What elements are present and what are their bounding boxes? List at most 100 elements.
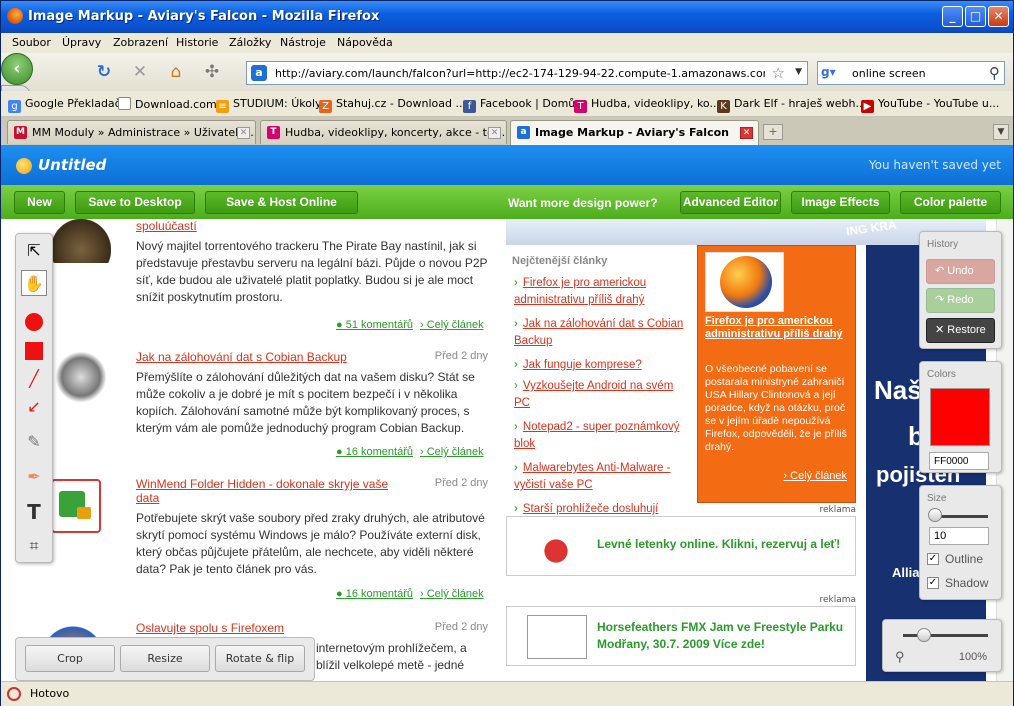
article-item: WinMend Folder Hidden - dokonale skryje … [136, 477, 491, 600]
list-item[interactable]: › Jak funguje komprese? [514, 357, 689, 374]
tab-close-icon[interactable]: ✕ [237, 127, 250, 139]
list-item[interactable]: › Malwarebytes Anti-Malware - vyčistí vaš… [514, 460, 689, 494]
close-icon: ✕ [935, 324, 945, 336]
text-tool-icon[interactable]: T [21, 498, 47, 524]
menu-tools[interactable]: Nástroje [280, 36, 326, 49]
eyedropper-tool-icon[interactable]: ✒ [21, 463, 47, 489]
bookmark-youtube[interactable]: ▶ YouTube - YouTube u... [861, 97, 999, 113]
outline-checkbox[interactable]: ✓ [927, 553, 939, 565]
search-icon[interactable]: ⚲ [989, 64, 1000, 82]
ellipse-tool-icon[interactable] [21, 307, 47, 333]
menu-help[interactable]: Nápověda [337, 36, 393, 49]
url-text[interactable]: http://aviary.com/launch/falcon?url=http… [275, 67, 765, 80]
select-tool-icon[interactable]: ⇱ [21, 237, 47, 263]
tab-image-markup[interactable]: a Image Markup - Aviary's Falcon ✕ [510, 120, 759, 145]
list-item[interactable]: › Jak na zálohování dat s Cobian Backup [514, 316, 689, 350]
tab-hudba[interactable]: T Hudba, videoklipy, koncerty, akce - t-… [260, 120, 507, 144]
rectangle-tool-icon[interactable] [21, 336, 47, 362]
article-title[interactable]: spoluúčastí [136, 219, 491, 233]
comments-link[interactable]: ● 16 komentářů [336, 446, 413, 458]
tmobile-icon: T [574, 100, 587, 113]
full-article-link[interactable]: › Celý článek [420, 319, 484, 331]
restore-button[interactable]: ✕ Restore [926, 318, 995, 343]
size-slider-knob[interactable] [927, 508, 942, 522]
menu-view[interactable]: Zobrazení [113, 36, 168, 49]
list-item[interactable]: › Firefox je pro americkou administrativu… [514, 275, 689, 309]
advanced-editor-button[interactable]: Advanced Editor [680, 191, 781, 214]
bookmark-stahuj[interactable]: Z Stahuj.cz - Download ... [319, 97, 466, 113]
size-caption: Size [927, 493, 947, 504]
history-panel: History ↶ Undo ↷ Redo ✕ Restore [919, 231, 1002, 349]
zoom-slider-knob[interactable] [917, 628, 932, 642]
status-text: Hotovo [30, 687, 70, 700]
minimize-button[interactable]: _ [942, 6, 963, 27]
ad-banner[interactable]: Horsefeathers FMX Jam ve Freestyle Parku… [506, 606, 856, 666]
arrow-tool-icon[interactable]: ↙ [21, 393, 47, 419]
list-item[interactable]: › Vyzkoušejte Android na svém PC [514, 378, 689, 412]
featured-title[interactable]: Firefox je pro americkou administrativu … [705, 315, 853, 341]
tab-list-icon[interactable]: ▼ [993, 124, 1009, 140]
image-effects-button[interactable]: Image Effects [791, 191, 890, 214]
menu-bookmarks[interactable]: Záložky [229, 36, 271, 49]
aviary-header: Untitled You haven't saved yet [1, 145, 1013, 185]
stop-icon[interactable]: ✕ [130, 62, 150, 82]
list-item[interactable]: › Notepad2 - super poznámkový blok [514, 419, 689, 453]
image-canvas[interactable]: spoluúčastí Nový majitel torrentového tr… [1, 219, 1013, 681]
bookmark-facebook[interactable]: f Facebook | Domů [463, 97, 575, 113]
url-dropdown-icon[interactable]: ▼ [795, 67, 802, 77]
featured-more-link[interactable]: › Celý článek [783, 470, 847, 482]
close-button[interactable]: ✕ [988, 6, 1009, 27]
menu-history[interactable]: Historie [176, 36, 218, 49]
menu-edit[interactable]: Úpravy [62, 36, 101, 49]
line-tool-icon[interactable]: ╱ [21, 365, 47, 391]
bookmark-google-translate[interactable]: g Google Překladač [8, 97, 121, 113]
bookmark-studium[interactable]: ≡ STUDIUM: Úkoly [216, 97, 322, 113]
tab-mm-moduly[interactable]: M MM Moduly » Administrace » Uživatelsk.… [7, 120, 256, 144]
redo-button[interactable]: ↷ Redo [926, 288, 995, 313]
comments-link[interactable]: ● 16 komentářů [336, 588, 413, 600]
document-title[interactable]: Untitled [38, 156, 106, 174]
resize-button[interactable]: Resize [120, 645, 210, 672]
back-button[interactable]: ‹ [1, 53, 33, 85]
article-title[interactable]: WinMend Folder Hidden - dokonale skryje … [136, 477, 411, 505]
address-bar[interactable]: a http://aviary.com/launch/falcon?url=ht… [246, 61, 808, 85]
most-read-heading: Nejčtenější články [512, 255, 608, 267]
full-article-link[interactable]: › Celý článek [420, 446, 484, 458]
zoom-slider[interactable] [903, 634, 988, 637]
color-palette-button[interactable]: Color palette [900, 191, 1001, 214]
menu-file[interactable]: Soubor [12, 36, 51, 49]
google-icon[interactable]: g▾ [821, 65, 837, 81]
comments-link[interactable]: ● 51 komentářů [336, 319, 413, 331]
addon-icon[interactable]: ✣ [202, 62, 222, 82]
comment-icon: ● [336, 446, 343, 458]
new-tab-icon[interactable]: + [763, 124, 783, 140]
save-host-online-button[interactable]: Save & Host Online [205, 191, 358, 214]
shadow-checkbox[interactable]: ✓ [927, 577, 939, 589]
pirate-ship-image [51, 219, 111, 263]
hex-input[interactable]: FF0000 [929, 452, 989, 470]
undo-button[interactable]: ↶ Undo [926, 259, 995, 284]
bookmark-dark-elf[interactable]: K Dark Elf - hraješ webh... [717, 97, 866, 113]
new-button[interactable]: New [14, 191, 65, 214]
firefox-logo-icon [720, 256, 772, 308]
reload-icon[interactable]: ↻ [94, 62, 114, 82]
search-input[interactable]: online screen [852, 67, 926, 80]
search-box[interactable]: g▾ online screen ⚲ [817, 61, 1005, 85]
crop-button[interactable]: Crop [25, 645, 115, 672]
maximize-button[interactable]: □ [965, 6, 986, 27]
bookmark-hudba[interactable]: T Hudba, videoklipy, ko... [574, 97, 720, 113]
bookmark-download-com[interactable]: Download.com [118, 97, 217, 111]
crop-tool-icon[interactable]: ⌗ [21, 532, 47, 558]
tab-close-icon[interactable]: ✕ [740, 127, 753, 139]
save-to-desktop-button[interactable]: Save to Desktop [75, 191, 195, 214]
full-article-link[interactable]: › Celý článek [420, 588, 484, 600]
ad-banner[interactable]: Levné letenky online. Klikni, rezervuj a… [506, 516, 856, 576]
bookmark-star-icon[interactable]: ☆ [772, 64, 785, 82]
home-icon[interactable]: ⌂ [166, 62, 186, 82]
brush-tool-icon[interactable]: ✎ [21, 428, 47, 454]
tab-close-icon[interactable]: ✕ [488, 127, 501, 139]
size-input[interactable]: 10 [929, 527, 989, 545]
rotate-flip-button[interactable]: Rotate & flip [215, 645, 305, 672]
hand-tool-icon[interactable]: ✋ [21, 270, 47, 296]
color-swatch[interactable] [930, 388, 990, 446]
